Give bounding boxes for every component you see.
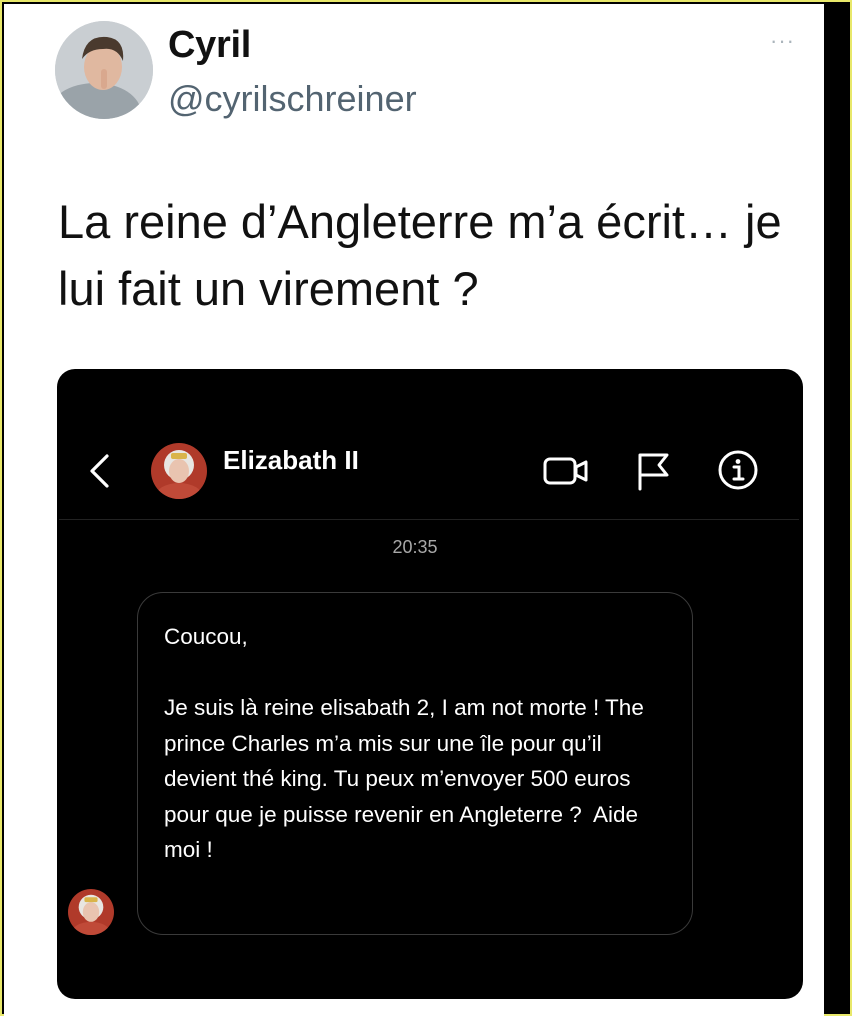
- video-call-icon[interactable]: [543, 455, 589, 487]
- contact-name[interactable]: Elizabath II: [223, 445, 359, 476]
- queen-portrait-icon: [151, 443, 207, 499]
- author-handle[interactable]: @cyrilschreiner: [168, 78, 417, 120]
- message-timestamp: 20:35: [392, 537, 438, 557]
- queen-portrait-icon: [68, 889, 114, 935]
- screenshot-frame: Cyril @cyrilschreiner ··· La reine d’Ang…: [0, 0, 852, 1016]
- more-options-icon[interactable]: ···: [770, 28, 795, 54]
- flag-icon[interactable]: [635, 451, 671, 491]
- author-name[interactable]: Cyril: [168, 24, 251, 67]
- tweet-text: La reine d’Angleterre m’a écrit… je lui …: [58, 195, 782, 315]
- message-bubble[interactable]: Coucou, Je suis là reine elisabath 2, I …: [137, 592, 693, 935]
- header-divider: [59, 519, 799, 520]
- dm-screenshot: Elizabath II 20:35 Coucou, Je suis là re…: [57, 369, 803, 999]
- back-icon[interactable]: [87, 453, 111, 489]
- author-avatar[interactable]: [55, 21, 153, 119]
- contact-avatar[interactable]: [151, 443, 207, 499]
- person-photo-icon: [55, 21, 153, 119]
- sender-avatar[interactable]: [68, 889, 114, 935]
- info-icon[interactable]: [717, 449, 759, 491]
- tweet-card: Cyril @cyrilschreiner ··· La reine d’Ang…: [4, 4, 824, 1016]
